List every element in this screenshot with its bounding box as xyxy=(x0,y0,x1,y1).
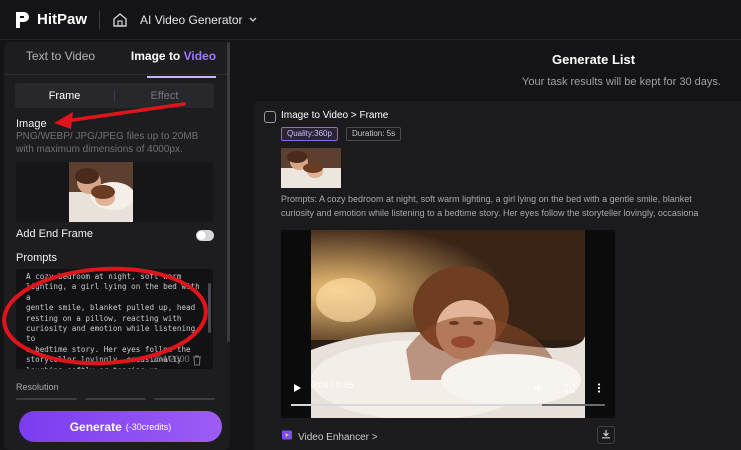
product-title[interactable]: AI Video Generator xyxy=(140,13,243,27)
resolution-option[interactable] xyxy=(85,398,146,400)
trash-icon[interactable] xyxy=(192,353,202,369)
hitpaw-logo-icon xyxy=(14,10,31,30)
tab-image-to-video[interactable]: Image to Video xyxy=(117,47,230,78)
tab-image-label-accent: Video xyxy=(183,49,217,63)
download-button[interactable] xyxy=(597,426,615,444)
play-icon[interactable] xyxy=(293,380,302,398)
generate-list-title: Generate List xyxy=(552,52,636,67)
task-icon xyxy=(264,111,276,123)
left-panel-scrollbar[interactable] xyxy=(227,42,230,342)
logo[interactable]: HitPaw xyxy=(14,10,87,30)
volume-icon[interactable] xyxy=(533,380,545,398)
segment-effect[interactable]: Effect xyxy=(115,90,214,102)
prompt-textarea[interactable]: A cozy bedroom at night, soft warm light… xyxy=(16,269,213,369)
image-upload-area[interactable] xyxy=(16,162,213,222)
video-enhancer-link[interactable]: Video Enhancer > xyxy=(281,428,378,446)
task-prompt-line: Prompts: A cozy bedroom at night, soft w… xyxy=(281,194,692,204)
fullscreen-icon[interactable] xyxy=(565,380,575,398)
task-prompt: Prompts: A cozy bedroom at night, soft w… xyxy=(281,192,739,220)
task-thumbnail[interactable] xyxy=(281,148,341,188)
generate-label: Generate xyxy=(69,419,122,434)
more-vert-icon[interactable] xyxy=(597,380,601,398)
divider xyxy=(99,9,101,30)
task-prompt-line: curiosity and emotion while listening to… xyxy=(281,208,699,218)
task-card: Image to Video > Frame Quality:360p Dura… xyxy=(253,101,741,450)
video-player[interactable]: 0:04 / 0:05 xyxy=(281,230,615,418)
prompt-counter: 304/2000 xyxy=(152,354,190,364)
tab-text-to-video[interactable]: Text to Video xyxy=(4,47,117,74)
resolution-label: Resolution xyxy=(16,382,59,392)
logo-text: HitPaw xyxy=(37,11,88,28)
chevron-down-icon[interactable] xyxy=(249,17,257,23)
frame-effect-switch: Frame Effect xyxy=(15,83,214,108)
segment-frame[interactable]: Frame xyxy=(15,90,114,102)
video-time: 0:04 / 0:05 xyxy=(311,380,354,390)
prompts-label: Prompts xyxy=(16,252,57,264)
top-bar: HitPaw AI Video Generator xyxy=(0,0,741,40)
prompt-scrollbar[interactable] xyxy=(208,283,211,333)
resolution-option[interactable] xyxy=(154,398,215,400)
tab-image-label-prefix: Image to xyxy=(130,49,184,63)
uploaded-image-thumbnail xyxy=(69,162,133,222)
generate-button[interactable]: Generate (-30credits) xyxy=(19,411,222,442)
duration-badge: Duration: 5s xyxy=(346,127,402,141)
video-progress-bar[interactable] xyxy=(291,404,605,406)
video-progress-fill xyxy=(291,404,543,406)
image-hint: PNG/WEBP/ JPG/JPEG files up to 20MB with… xyxy=(16,131,199,155)
quality-badge: Quality:360p xyxy=(281,127,338,141)
left-panel: Text to Video Image to Video Frame Effec… xyxy=(4,42,230,450)
resolution-option[interactable] xyxy=(16,398,77,400)
image-label: Image xyxy=(16,118,47,130)
home-icon[interactable] xyxy=(112,11,130,29)
video-enhancer-icon xyxy=(281,428,293,446)
video-enhancer-label: Video Enhancer > xyxy=(298,431,378,443)
mode-tabs: Text to Video Image to Video xyxy=(4,47,230,78)
resolution-options xyxy=(16,398,215,401)
generate-credits: (-30credits) xyxy=(125,421,172,432)
end-frame-toggle[interactable] xyxy=(196,230,214,241)
task-title: Image to Video > Frame xyxy=(281,110,389,121)
download-icon xyxy=(601,426,611,444)
end-frame-label: Add End Frame xyxy=(16,228,94,240)
generate-list-subtitle: Your task results will be kept for 30 da… xyxy=(522,76,721,88)
